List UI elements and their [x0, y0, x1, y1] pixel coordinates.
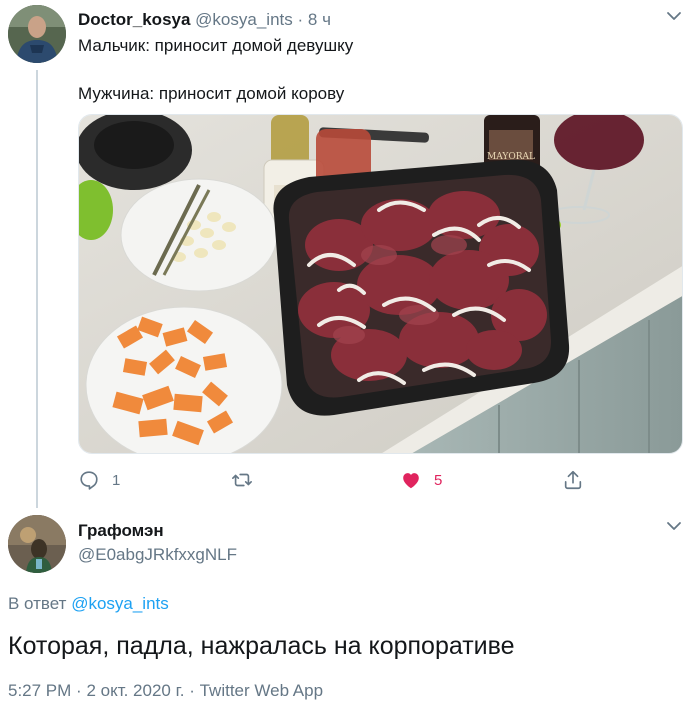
- tweet-header: Doctor_kosya @kosya_ints · 8 ч: [78, 10, 331, 30]
- reply-to-link[interactable]: @kosya_ints: [71, 594, 169, 613]
- tweet-date[interactable]: 2 окт. 2020 г.: [86, 681, 184, 700]
- like-button[interactable]: 5: [400, 468, 442, 492]
- retweet-icon: [232, 473, 252, 487]
- author-name[interactable]: Графомэн: [78, 521, 164, 541]
- tweet-text: Которая, падла, нажралась на корпоративе: [8, 632, 515, 660]
- author-handle[interactable]: @E0abgJRkfxxgNLF: [78, 545, 237, 565]
- share-icon: [564, 470, 582, 490]
- retweet-button[interactable]: [231, 468, 265, 492]
- share-button[interactable]: [562, 468, 584, 492]
- like-count: 5: [434, 471, 443, 489]
- author-handle[interactable]: @kosya_ints: [195, 10, 293, 29]
- tweet-actions: 1 5: [78, 468, 598, 492]
- separator: ·: [297, 10, 304, 29]
- reply-prefix: В ответ: [8, 594, 67, 613]
- separator: ·: [189, 681, 195, 700]
- thread-line: [36, 70, 38, 508]
- reply-count: 1: [112, 471, 121, 489]
- reply-context: В ответ @kosya_ints: [8, 594, 169, 614]
- chevron-down-icon[interactable]: [666, 10, 682, 22]
- chevron-down-icon[interactable]: [666, 520, 682, 532]
- tweet-time[interactable]: 5:27 PM: [8, 681, 71, 700]
- reply-button[interactable]: 1: [78, 468, 120, 492]
- tweet-text-line: Мужчина: приносит домой корову: [78, 84, 345, 103]
- tweet-source[interactable]: Twitter Web App: [200, 681, 323, 700]
- tweet-text-line: Мальчик: приносит домой девушку: [78, 36, 354, 55]
- tweet-photo[interactable]: MAYORAL: [78, 114, 683, 454]
- avatar[interactable]: [8, 5, 66, 63]
- author-name[interactable]: Doctor_kosya: [78, 10, 190, 29]
- heart-icon: [403, 473, 419, 489]
- avatar[interactable]: [8, 515, 66, 573]
- tweet-meta: 5:27 PM · 2 окт. 2020 г. · Twitter Web A…: [8, 681, 323, 701]
- reply-icon: [80, 471, 98, 490]
- separator: ·: [76, 681, 82, 700]
- tweet-time[interactable]: 8 ч: [308, 10, 331, 29]
